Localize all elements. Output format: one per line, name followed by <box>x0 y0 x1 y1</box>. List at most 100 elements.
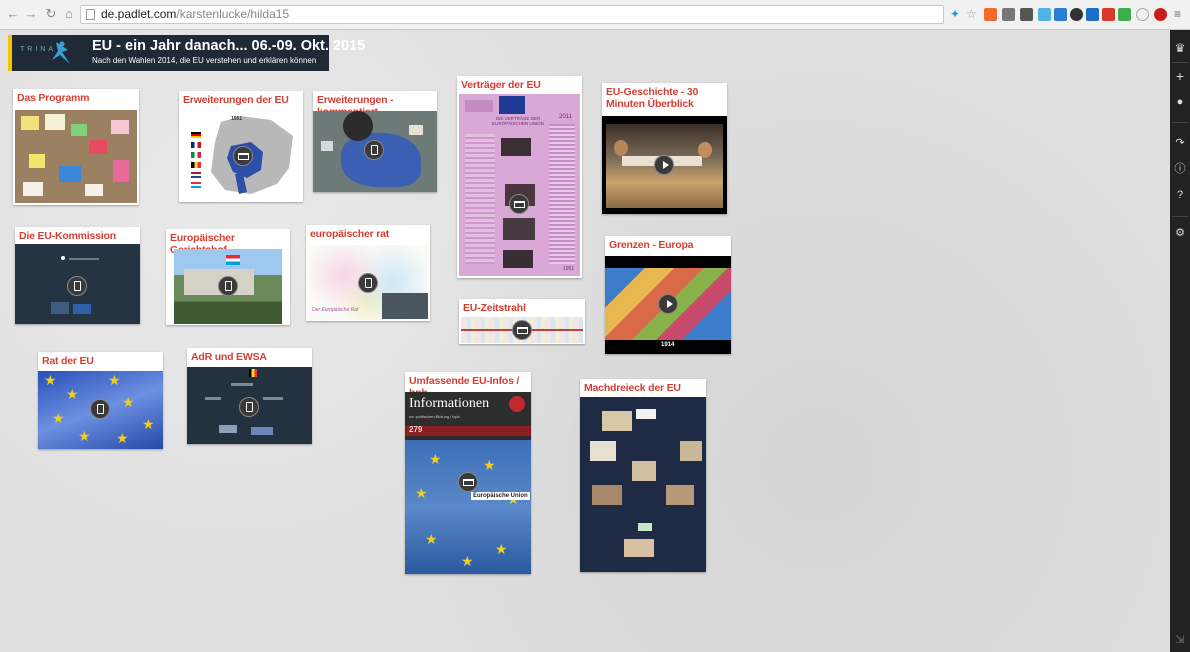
post-title: Die EU-Kommission <box>19 230 116 242</box>
post-title: Machdreieck der EU <box>584 382 681 394</box>
post-rat-der-eu[interactable]: Rat der EU ★ ★ ★ ★ ★ ★ ★ ★ <box>38 352 163 449</box>
address-bar[interactable]: de.padlet.com/karstenlucke/hilda15 <box>80 5 944 24</box>
post-title: Das Programm <box>17 92 90 104</box>
post-video-grenzen: 1914 <box>605 256 731 354</box>
reload-icon[interactable]: ↻ <box>44 7 58 21</box>
header-accent-bar <box>8 35 12 71</box>
book-icon <box>509 194 529 214</box>
extension-green-icon[interactable] <box>1118 8 1131 21</box>
twitter-icon[interactable]: ✦ <box>950 8 963 21</box>
post-europaeischer-gerichtshof[interactable]: Europäischer Gerichtshof <box>166 229 290 325</box>
crown-icon[interactable]: ♛ <box>1174 42 1186 54</box>
document-icon <box>218 276 238 296</box>
post-eu-kommission[interactable]: Die EU-Kommission <box>15 227 140 324</box>
post-title: Rat der EU <box>42 355 94 367</box>
post-machtdreieck-der-eu[interactable]: Machdreieck der EU <box>580 379 706 572</box>
extension-shield-icon[interactable] <box>1136 8 1149 21</box>
book-icon <box>512 320 532 340</box>
extension-opera-icon[interactable] <box>1154 8 1167 21</box>
issue-number: 279 <box>409 425 423 434</box>
sidebar-divider <box>1172 122 1188 123</box>
menu-icon[interactable]: ≡ <box>1174 8 1184 21</box>
wall-title: EU - ein Jahr danach... 06.-09. Okt. 201… <box>92 38 366 54</box>
padlet-sidebar: ♛ + ● ↷ ⓘ ? ⚙ ⇲ <box>1170 30 1190 652</box>
post-title: Erweiterungen der EU <box>183 94 289 106</box>
play-icon[interactable] <box>654 155 674 175</box>
post-image-timeline <box>461 317 583 343</box>
post-image-rat: Der Europäische Rat <box>308 245 428 320</box>
document-icon <box>67 276 87 296</box>
bookmark-star-icon[interactable]: ☆ <box>966 8 979 21</box>
settings-gear-icon[interactable]: ⚙ <box>1174 227 1186 239</box>
home-icon[interactable]: ⌂ <box>62 7 76 21</box>
poster-year: 2011 <box>559 114 572 120</box>
post-video-history <box>602 116 727 214</box>
extension-orange-icon[interactable] <box>984 8 997 21</box>
cover-title: Informationen <box>409 396 490 411</box>
play-icon[interactable] <box>658 294 678 314</box>
post-image-adr <box>187 367 312 444</box>
back-icon[interactable]: ← <box>6 7 20 21</box>
post-erweiterungen-kommentiert[interactable]: Erweiterungen - kommentiert <box>313 91 437 192</box>
page-icon <box>86 9 95 20</box>
post-title: Grenzen - Europa <box>609 239 694 251</box>
share-icon[interactable]: ↷ <box>1174 137 1186 149</box>
cover-label: Europäische Union <box>471 492 530 500</box>
sidebar-divider <box>1172 62 1188 63</box>
logo-text: TRINA <box>20 46 56 53</box>
cover-subtitle: zur politischen Bildung / izpb <box>409 414 460 419</box>
rat-caption: Der Europäische Rat <box>312 307 359 313</box>
post-title: EU-Zeitstrahl <box>463 302 526 314</box>
extension-d-icon[interactable] <box>1054 8 1067 21</box>
post-eu-zeitstrahl[interactable]: EU-Zeitstrahl <box>459 299 585 344</box>
wall-header: TRINA EU - ein Jahr danach... 06.-09. Ok… <box>8 35 365 71</box>
document-icon <box>364 140 384 160</box>
extension-grey-icon[interactable] <box>1002 8 1015 21</box>
document-icon <box>90 399 110 419</box>
book-icon <box>233 146 253 166</box>
post-adr-und-ewsa[interactable]: AdR und EWSA <box>187 348 312 444</box>
info-icon[interactable]: ⓘ <box>1174 163 1186 175</box>
post-das-programm[interactable]: Das Programm <box>13 89 139 205</box>
trina-logo-icon: TRINA <box>20 41 70 64</box>
post-grenzen-europa[interactable]: Grenzen - Europa 1914 <box>605 236 731 354</box>
map-year: 1951 <box>231 116 243 122</box>
document-icon <box>239 397 259 417</box>
post-image-kommission <box>15 244 140 324</box>
post-title: europäischer rat <box>310 228 390 240</box>
extension-blue-icon[interactable] <box>1038 8 1051 21</box>
post-vertraege-der-eu[interactable]: Verträger der EU DIE VERTRÄGE DER EUROPÄ… <box>457 76 582 278</box>
post-image-treaty-poster: DIE VERTRÄGE DER EUROPÄISCHEN UNION 2011… <box>459 94 580 276</box>
extension-red-icon[interactable] <box>1102 8 1115 21</box>
post-title: EU-Geschichte - 30 Minuten Überblick <box>606 86 699 110</box>
post-title: Verträger der EU <box>461 79 541 91</box>
document-icon <box>358 273 378 293</box>
extension-circle-icon[interactable] <box>1070 8 1083 21</box>
post-umfassende-eu-infos[interactable]: Umfassende EU-Infos / bpb Informationen … <box>405 372 531 574</box>
browser-toolbar: ← → ↻ ⌂ de.padlet.com/karstenlucke/hilda… <box>0 0 1190 30</box>
extension-dark-icon[interactable] <box>1020 8 1033 21</box>
post-eu-geschichte[interactable]: EU-Geschichte - 30 Minuten Überblick <box>602 83 727 214</box>
user-icon[interactable]: ● <box>1174 96 1186 108</box>
post-image-machtdreieck <box>580 397 706 572</box>
post-title: AdR und EWSA <box>191 351 267 363</box>
post-image-gerichtshof <box>174 249 282 324</box>
help-icon[interactable]: ? <box>1174 189 1186 201</box>
post-erweiterungen-der-eu[interactable]: Erweiterungen der EU 1951 <box>179 91 303 202</box>
resize-icon[interactable]: ⇲ <box>1174 634 1186 646</box>
post-image-bpb-cover: Informationen zur politischen Bildung / … <box>405 392 531 574</box>
sidebar-divider <box>1172 216 1188 217</box>
map-year: 1914 <box>661 342 675 348</box>
book-icon <box>458 472 478 492</box>
post-europaeischer-rat[interactable]: europäischer rat Der Europäische Rat <box>306 225 430 321</box>
post-image-programm <box>15 110 137 203</box>
poster-text: DIE VERTRÄGE DER EUROPÄISCHEN UNION <box>492 116 544 126</box>
add-icon[interactable]: + <box>1174 69 1186 83</box>
post-image-floor-map <box>313 111 437 192</box>
extension-globe-icon[interactable] <box>1086 8 1099 21</box>
poster-bottom-year: 1951 <box>563 266 575 272</box>
url-path: /karstenlucke/hilda15 <box>176 7 290 21</box>
post-image-eu-map: 1951 <box>181 112 301 200</box>
post-image-eu-flag: ★ ★ ★ ★ ★ ★ ★ ★ <box>38 371 163 449</box>
forward-icon[interactable]: → <box>24 7 38 21</box>
